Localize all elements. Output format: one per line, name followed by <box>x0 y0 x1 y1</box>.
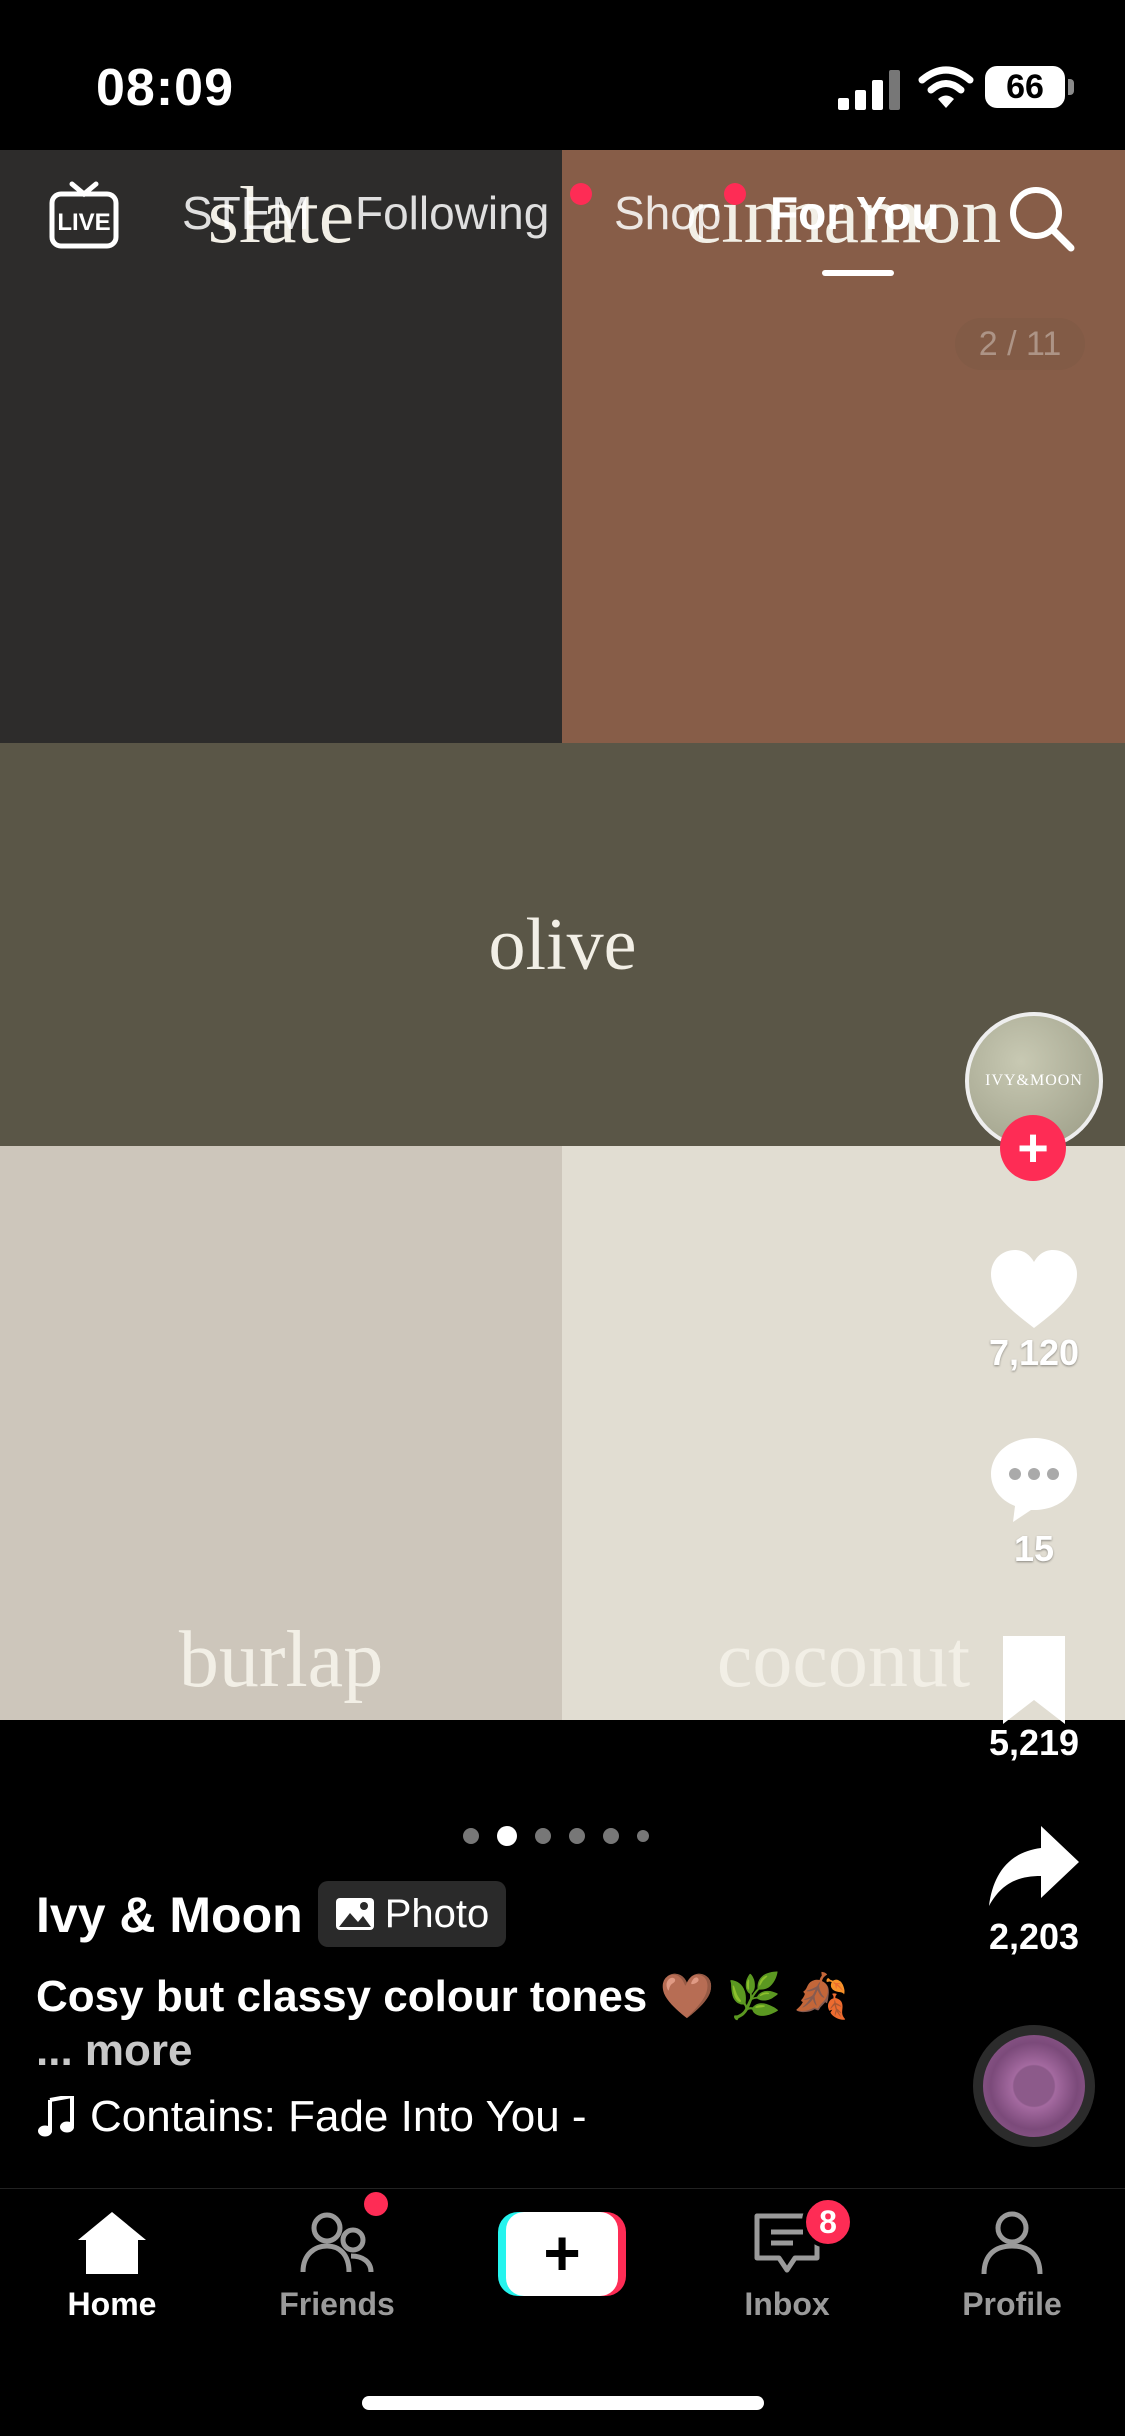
tab-shop[interactable]: Shop <box>614 186 721 240</box>
photo-tag-label: Photo <box>384 1891 490 1936</box>
tab-inbox-label: Inbox <box>744 2286 830 2322</box>
carousel-pager <box>463 1826 649 1846</box>
heart-icon[interactable] <box>985 1240 1083 1338</box>
pager-dot <box>569 1828 585 1844</box>
bookmark-icon[interactable] <box>985 1630 1083 1728</box>
avatar-logo-text: IVY&MOON <box>985 1072 1083 1089</box>
profile-icon <box>981 2211 1043 2275</box>
wifi-icon <box>918 66 974 108</box>
active-tab-indicator <box>822 270 894 276</box>
comment-count: 15 <box>1013 1528 1055 1569</box>
image-icon <box>335 1898 374 1930</box>
plus-icon: + <box>506 2212 618 2296</box>
like-count: 7,120 <box>988 1332 1080 1373</box>
home-icon <box>78 2212 146 2274</box>
caption-more-link[interactable]: ... more <box>36 2026 193 2075</box>
tab-for-you[interactable]: For You <box>770 186 940 240</box>
tab-profile-label: Profile <box>962 2286 1062 2322</box>
status-bar: 08:09 66 <box>0 0 1125 150</box>
following-notification-dot <box>570 183 592 205</box>
status-time: 08:09 <box>96 59 234 117</box>
photo-tag: Photo <box>318 1881 506 1947</box>
pager-dot <box>463 1828 479 1844</box>
tab-stem[interactable]: STEM <box>182 186 310 240</box>
swatch-label: coconut <box>716 1616 971 1704</box>
swatch-burlap: burlap <box>0 1146 562 1720</box>
pager-dot <box>603 1828 619 1844</box>
tab-profile[interactable]: Profile <box>922 2208 1102 2323</box>
tab-following[interactable]: Following <box>355 186 549 240</box>
save-count: 5,219 <box>988 1722 1080 1763</box>
tab-home-label: Home <box>67 2286 157 2322</box>
swatch-label: burlap <box>178 1616 384 1704</box>
share-icon[interactable] <box>985 1820 1083 1918</box>
tab-friends[interactable]: Friends <box>247 2208 427 2323</box>
music-note-icon <box>38 2096 74 2137</box>
create-button[interactable]: + <box>498 2212 626 2296</box>
music-text: Contains: Fade Into You - <box>90 2092 587 2141</box>
photo-counter: 2 / 11 <box>955 318 1085 370</box>
friends-icon <box>300 2212 374 2273</box>
pager-dot <box>535 1828 551 1844</box>
shop-notification-dot <box>724 183 746 205</box>
tab-home[interactable]: Home <box>22 2208 202 2323</box>
music-info[interactable]: Contains: Fade Into You - <box>36 2092 587 2142</box>
pager-dot-active <box>497 1826 517 1846</box>
inbox-badge: 8 <box>802 2196 854 2248</box>
comment-icon[interactable] <box>985 1430 1083 1528</box>
music-disc[interactable] <box>973 2025 1095 2147</box>
cellular-signal-icon <box>838 70 900 110</box>
swatch-olive: olive <box>0 743 1125 1146</box>
live-icon[interactable]: LIVE <box>48 180 120 252</box>
swatch-label: olive <box>488 903 637 986</box>
creator-name[interactable]: Ivy & Moon <box>36 1886 303 1944</box>
live-label: LIVE <box>57 209 110 236</box>
share-count: 2,203 <box>988 1916 1080 1957</box>
search-icon[interactable] <box>1005 182 1077 254</box>
post-caption[interactable]: Cosy but classy colour tones 🤎 🌿 🍂 ... m… <box>36 1970 856 2078</box>
pager-dot <box>637 1830 649 1842</box>
tab-friends-label: Friends <box>279 2286 395 2322</box>
photo-carousel[interactable]: slate cinnamon olive burlap coconut <box>0 150 1125 1720</box>
home-indicator <box>362 2396 764 2410</box>
follow-button[interactable]: + <box>1000 1115 1066 1181</box>
friends-notification-dot <box>364 2192 388 2216</box>
caption-text: Cosy but classy colour tones 🤎 🌿 🍂 <box>36 1972 849 2021</box>
battery-indicator: 66 <box>985 66 1074 108</box>
